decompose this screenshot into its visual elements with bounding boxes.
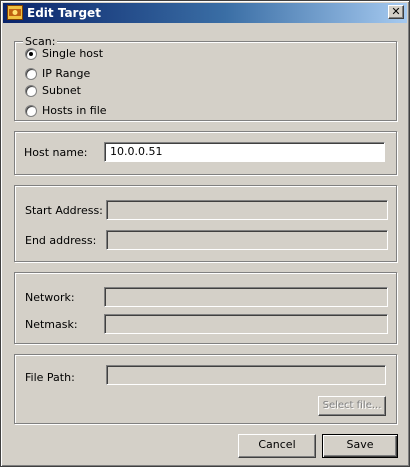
netmask-label: Netmask: xyxy=(25,318,78,331)
window-title: Edit Target xyxy=(27,6,101,20)
radio-label: Single host xyxy=(42,47,104,60)
radio-indicator[interactable] xyxy=(25,68,37,80)
host-name-label: Host name: xyxy=(24,146,88,159)
save-button[interactable]: Save xyxy=(322,434,398,458)
host-group: Host name: 10.0.0.51 xyxy=(14,131,397,175)
radio-indicator[interactable] xyxy=(25,105,37,117)
scan-group: Scan: Single host IP Range Subnet Hosts … xyxy=(14,35,397,121)
end-address-input[interactable] xyxy=(106,230,388,250)
radio-label: Hosts in file xyxy=(42,104,107,117)
radio-indicator-checked[interactable] xyxy=(25,48,37,60)
start-address-label: Start Address: xyxy=(25,204,103,217)
close-button[interactable]: ✕ xyxy=(388,5,404,19)
host-name-input[interactable]: 10.0.0.51 xyxy=(104,142,385,162)
radio-indicator[interactable] xyxy=(25,85,37,97)
start-address-input[interactable] xyxy=(106,200,388,220)
network-label: Network: xyxy=(25,291,75,304)
end-address-label: End address: xyxy=(25,234,97,247)
radio-label: Subnet xyxy=(42,84,81,97)
app-icon xyxy=(7,5,23,20)
file-group: File Path: Select file... xyxy=(14,354,397,424)
close-icon: ✕ xyxy=(391,5,401,18)
file-path-label: File Path: xyxy=(25,371,75,384)
cancel-button[interactable]: Cancel xyxy=(238,434,316,458)
subnet-group: Network: Netmask: xyxy=(14,272,397,344)
file-path-input[interactable] xyxy=(106,365,386,385)
netmask-input[interactable] xyxy=(104,314,388,334)
network-input[interactable] xyxy=(104,287,388,307)
title-bar[interactable]: Edit Target ✕ xyxy=(3,3,407,23)
ip-range-group: Start Address: End address: xyxy=(14,185,397,262)
select-file-button[interactable]: Select file... xyxy=(318,396,386,416)
radio-label: IP Range xyxy=(42,67,91,80)
edit-target-dialog: Edit Target ✕ Scan: Single host IP Range… xyxy=(0,0,410,467)
